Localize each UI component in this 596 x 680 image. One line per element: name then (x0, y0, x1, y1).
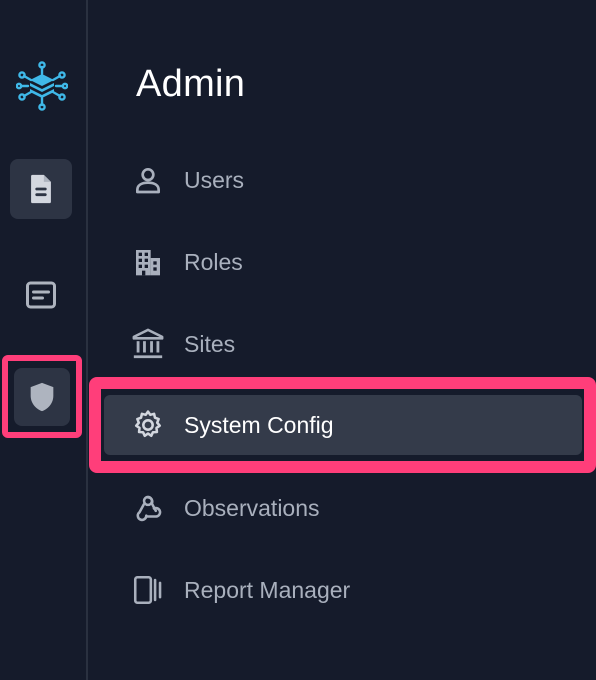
note-icon (23, 277, 59, 313)
user-icon (130, 162, 166, 198)
admin-panel: Admin Users Roles Sites System Config Ob… (88, 0, 596, 680)
shield-icon (25, 380, 59, 414)
nav-item-observations[interactable]: Observations (104, 478, 582, 538)
nav-item-users[interactable]: Users (104, 150, 582, 210)
bank-icon (130, 326, 166, 362)
page-title: Admin (136, 63, 246, 105)
building-icon (130, 244, 166, 280)
document-icon (24, 172, 58, 206)
nav-item-label: System Config (184, 411, 334, 438)
nav-item-roles[interactable]: Roles (104, 232, 582, 292)
icon-rail (0, 0, 88, 680)
nav-item-label: Report Manager (184, 576, 351, 603)
nav-item-report-manager[interactable]: Report Manager (104, 560, 582, 620)
rail-item-admin[interactable] (14, 368, 70, 426)
nav-item-label: Roles (184, 248, 243, 275)
webhook-icon (130, 490, 166, 526)
gear-icon (130, 407, 166, 443)
rail-item-notes[interactable] (10, 265, 72, 325)
panels-icon (130, 572, 166, 608)
nav-item-label: Sites (184, 330, 236, 357)
nav-item-label: Users (184, 166, 245, 193)
nav-item-system-config[interactable]: System Config (104, 395, 582, 455)
nav-item-label: Observations (184, 494, 320, 521)
network-cube-icon[interactable] (15, 60, 69, 112)
rail-item-documents[interactable] (10, 159, 72, 219)
nav-item-sites[interactable]: Sites (104, 314, 582, 374)
